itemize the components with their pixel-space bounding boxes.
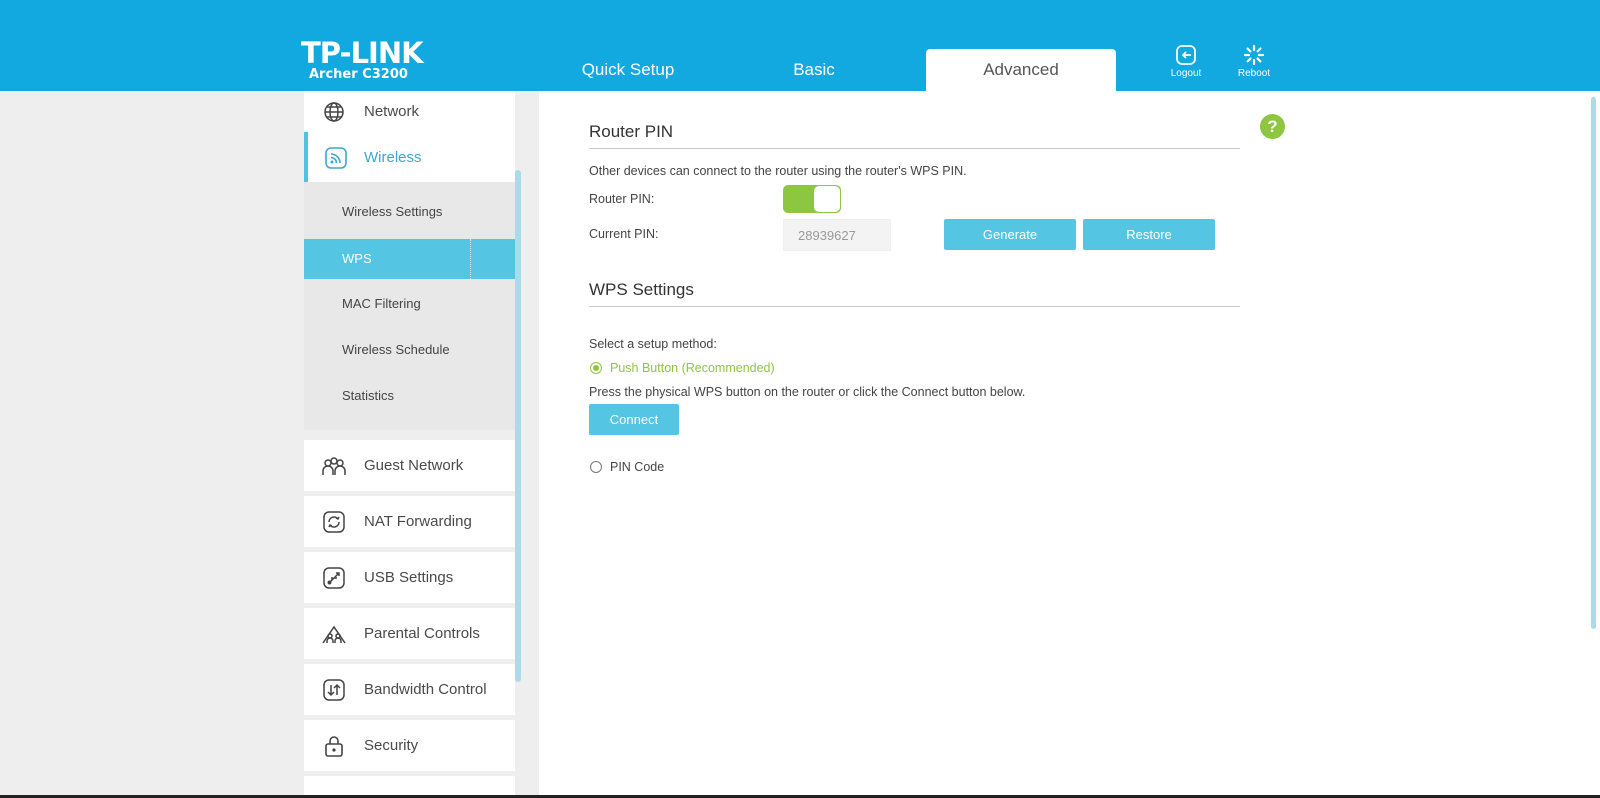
pin-code-label[interactable]: PIN Code: [610, 460, 664, 474]
submenu-statistics[interactable]: Statistics: [304, 376, 515, 416]
logout-button[interactable]: Logout: [1158, 44, 1214, 79]
sidebar-item-label: Network: [364, 103, 420, 120]
router-pin-description: Other devices can connect to the router …: [589, 164, 967, 178]
sidebar-item-usb-settings[interactable]: USB Settings: [304, 552, 515, 603]
usb-icon: [304, 566, 364, 590]
push-button-description: Press the physical WPS button on the rou…: [589, 385, 1026, 399]
main-content: Router PIN ? Other devices can connect t…: [539, 91, 1600, 798]
toggle-knob: [814, 186, 840, 212]
router-pin-toggle[interactable]: [783, 185, 841, 213]
sidebar-item-network[interactable]: Network: [304, 91, 515, 137]
submenu-wps-label: WPS: [342, 251, 372, 266]
parental-controls-icon: [304, 623, 364, 645]
section-divider: [589, 148, 1240, 149]
router-pin-label: Router PIN:: [589, 192, 655, 206]
tab-basic[interactable]: Basic: [719, 49, 909, 91]
sidebar: Network Wireless Wireless Settings WPS M…: [304, 91, 516, 798]
wireless-icon: [308, 146, 364, 170]
reboot-icon: [1243, 44, 1265, 66]
guest-network-icon: [304, 455, 364, 477]
sidebar-scrollbar[interactable]: [515, 170, 521, 682]
router-pin-title: Router PIN: [589, 122, 674, 141]
wireless-submenu: Wireless Settings WPS MAC Filtering Wire…: [304, 182, 515, 430]
top-header: TP-LINK Archer C3200 Quick Setup Basic A…: [0, 0, 1600, 91]
sidebar-item-label: Guest Network: [364, 457, 464, 474]
connect-button[interactable]: Connect: [589, 404, 679, 435]
tab-quick-setup[interactable]: Quick Setup: [533, 49, 723, 91]
globe-icon: [304, 100, 364, 124]
submenu-wireless-schedule[interactable]: Wireless Schedule: [304, 330, 515, 370]
sidebar-item-label: Bandwidth Control: [364, 681, 487, 698]
submenu-wps[interactable]: WPS: [304, 239, 515, 279]
sidebar-item-label: Wireless: [364, 149, 422, 166]
current-pin-label: Current PIN:: [589, 227, 659, 241]
sidebar-item-label: USB Settings: [364, 569, 454, 586]
reboot-button[interactable]: Reboot: [1226, 44, 1282, 79]
content-scrollbar[interactable]: [1591, 97, 1596, 629]
sidebar-item-label: NAT Forwarding: [364, 513, 472, 530]
submenu-divider: [470, 239, 471, 279]
pin-code-radio[interactable]: [590, 461, 602, 473]
model-name: Archer C3200: [309, 67, 408, 82]
sidebar-item-bandwidth-control[interactable]: Bandwidth Control: [304, 664, 515, 715]
sidebar-item-label: Parental Controls: [364, 625, 480, 642]
logout-icon: [1176, 45, 1196, 65]
section-divider: [589, 306, 1240, 307]
restore-button[interactable]: Restore: [1083, 219, 1215, 250]
reboot-label: Reboot: [1237, 68, 1271, 79]
bandwidth-icon: [304, 678, 364, 702]
sidebar-item-parental-controls[interactable]: Parental Controls: [304, 608, 515, 659]
help-icon[interactable]: ?: [1260, 114, 1285, 139]
push-button-label[interactable]: Push Button (Recommended): [610, 361, 775, 375]
sidebar-item-wireless[interactable]: Wireless: [304, 132, 515, 183]
page-background: [0, 91, 304, 798]
generate-button[interactable]: Generate: [944, 219, 1076, 250]
sidebar-item-guest-network[interactable]: Guest Network: [304, 440, 515, 491]
push-button-radio[interactable]: [590, 362, 602, 374]
setup-method-label: Select a setup method:: [589, 337, 717, 351]
nat-forwarding-icon: [304, 510, 364, 534]
submenu-wireless-settings[interactable]: Wireless Settings: [304, 192, 515, 232]
tab-advanced[interactable]: Advanced: [926, 49, 1116, 91]
submenu-mac-filtering[interactable]: MAC Filtering: [304, 284, 515, 324]
current-pin-field[interactable]: [783, 219, 891, 251]
wps-settings-title: WPS Settings: [589, 280, 694, 299]
lock-icon: [304, 734, 364, 758]
tp-link-logo: TP-LINK: [301, 36, 424, 70]
sidebar-item-security[interactable]: Security: [304, 720, 515, 771]
logout-label: Logout: [1170, 68, 1202, 79]
sidebar-item-label: Security: [364, 737, 419, 754]
sidebar-item-nat-forwarding[interactable]: NAT Forwarding: [304, 496, 515, 547]
